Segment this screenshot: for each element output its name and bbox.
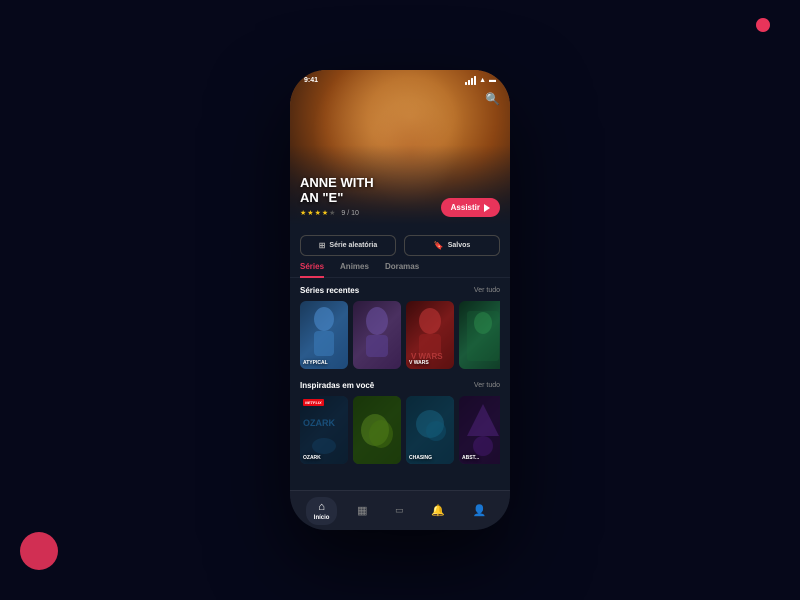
inspired-section: Inspiradas em você Ver tudo OZARK NETFLI…: [290, 373, 510, 468]
grid-icon: ▦: [357, 504, 367, 517]
nav-grid[interactable]: ▦: [349, 500, 375, 521]
nav-tv[interactable]: ▭: [387, 501, 412, 520]
bg-dot-bottom-left: [20, 532, 58, 570]
watch-button-label: Assistir: [451, 203, 480, 212]
saved-button[interactable]: 🔖 Salvos: [404, 235, 500, 256]
status-icons: ▲ ▬: [465, 76, 496, 85]
nav-profile[interactable]: 👤: [464, 500, 494, 521]
card-atypical-label: ATYPICAL: [303, 360, 345, 366]
card-chasing-img: [406, 396, 454, 464]
card-vwars[interactable]: V WARS V WARS: [406, 301, 454, 369]
bg-dot-top-right: [756, 18, 770, 32]
svg-text:OZARK: OZARK: [303, 418, 335, 428]
hero-section: 🔍 ANNE WITHAN "E" ★ ★ ★ ★ ★ 9 / 10 Assis…: [290, 70, 510, 225]
inspired-header: Inspiradas em você Ver tudo: [300, 381, 500, 390]
bell-icon: 🔔: [431, 504, 445, 517]
shuffle-label: Série aleatória: [329, 242, 377, 249]
tab-doramas[interactable]: Doramas: [385, 262, 419, 278]
profile-icon: 👤: [472, 504, 486, 517]
bookmark-icon: 🔖: [434, 241, 444, 250]
card-atypical-img: [300, 301, 348, 369]
nav-home[interactable]: ⌂ Início: [306, 497, 338, 525]
recent-series-see-all[interactable]: Ver tudo: [474, 287, 500, 294]
star-rating: ★ ★ ★ ★ ★: [300, 209, 335, 217]
card-show4-img: [459, 301, 500, 369]
card-atypical[interactable]: ATYPICAL: [300, 301, 348, 369]
content-tabs: Séries Animes Doramas: [290, 262, 510, 278]
recent-series-section: Séries recentes Ver tudo ATYPICAL: [290, 278, 510, 373]
card-salty-img: [353, 396, 401, 464]
tv-icon: ▭: [395, 505, 404, 516]
card-abst-img: [459, 396, 500, 464]
recent-series-title: Séries recentes: [300, 286, 359, 295]
card-abst[interactable]: Abst...: [459, 396, 500, 464]
netflix-badge: NETFLIX: [303, 399, 324, 406]
card-show2[interactable]: [353, 301, 401, 369]
inspired-cards: OZARK NETFLIX OZARK: [300, 396, 500, 464]
battery-icon: ▬: [489, 77, 496, 84]
status-bar: 9:41 ▲ ▬: [290, 70, 510, 88]
card-show4[interactable]: [459, 301, 500, 369]
play-icon: [484, 204, 490, 212]
rating-text: 9 / 10: [341, 210, 359, 217]
status-time: 9:41: [304, 77, 318, 84]
tab-series[interactable]: Séries: [300, 262, 324, 278]
nav-home-label: Início: [314, 515, 330, 521]
recent-series-cards: ATYPICAL V WARS: [300, 301, 500, 369]
card-salty[interactable]: [353, 396, 401, 464]
card-abst-label: Abst...: [462, 455, 500, 461]
bottom-nav: ⌂ Início ▦ ▭ 🔔 👤: [290, 490, 510, 530]
card-ozark-label: OZARK: [303, 455, 345, 461]
home-icon: ⌂: [318, 501, 325, 513]
nav-bell[interactable]: 🔔: [423, 500, 453, 521]
star-1: ★: [300, 209, 306, 217]
tab-animes[interactable]: Animes: [340, 262, 369, 278]
card-ozark[interactable]: OZARK NETFLIX OZARK: [300, 396, 348, 464]
search-icon[interactable]: 🔍: [485, 92, 500, 106]
star-2: ★: [307, 209, 313, 217]
card-vwars-img: V WARS: [406, 301, 454, 369]
signal-icon: [465, 76, 476, 85]
recent-series-header: Séries recentes Ver tudo: [300, 286, 500, 295]
card-ozark-img: OZARK: [300, 396, 348, 464]
inspired-see-all[interactable]: Ver tudo: [474, 382, 500, 389]
card-show2-img: [353, 301, 401, 369]
shuffle-icon: ⊞: [319, 241, 326, 250]
star-4: ★: [322, 209, 328, 217]
inspired-title: Inspiradas em você: [300, 381, 374, 390]
watch-button[interactable]: Assistir: [441, 198, 500, 217]
phone-frame: 9:41 ▲ ▬ 🔍 ANNE WITHAN "E" ★ ★ ★ ★: [290, 70, 510, 530]
action-row: ⊞ Série aleatória 🔖 Salvos: [290, 225, 510, 262]
main-content: Séries recentes Ver tudo ATYPICAL: [290, 278, 510, 468]
star-3: ★: [315, 209, 321, 217]
card-chasing-label: CHASING: [409, 455, 451, 461]
saved-label: Salvos: [448, 242, 471, 249]
card-vwars-label: V WARS: [409, 360, 451, 366]
shuffle-button[interactable]: ⊞ Série aleatória: [300, 235, 396, 256]
star-5: ★: [329, 209, 335, 217]
wifi-icon: ▲: [479, 77, 486, 84]
card-chasing[interactable]: CHASING: [406, 396, 454, 464]
